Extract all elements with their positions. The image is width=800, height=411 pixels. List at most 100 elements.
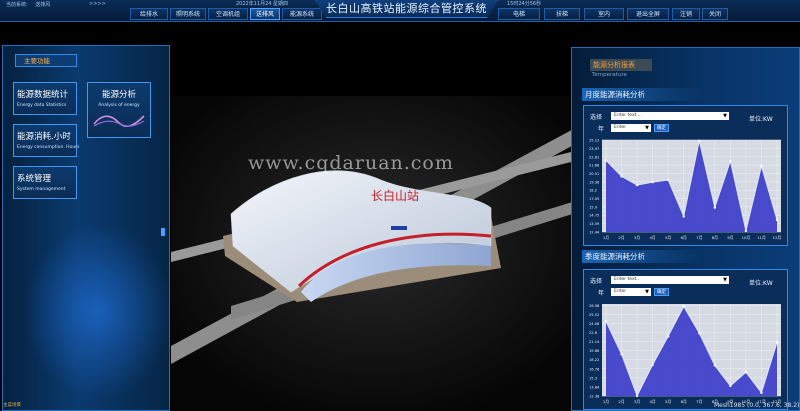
current-system-label: 当前系统: 送排风 — [6, 2, 51, 8]
data-point — [682, 305, 685, 308]
watermark: www.cqdaruan.com — [248, 152, 454, 174]
nav-water-supply[interactable]: 给排水 — [130, 8, 168, 20]
temperature-label: Temperature — [592, 72, 627, 78]
x-tick-label: 2月 — [618, 399, 624, 404]
y-tick-label: 17.05 — [589, 197, 599, 201]
energy-report-title: 能源分析报表 — [590, 59, 652, 71]
data-point — [698, 139, 701, 143]
data-point — [744, 371, 748, 374]
top-bar: 当前系统: 送排风 >>>> 2022年11月24 星期四 15时24分56秒 … — [0, 0, 800, 22]
y-tick-label: 22.81 — [589, 155, 599, 159]
clock-display: 15时24分56秒 — [507, 1, 542, 7]
data-point — [620, 353, 623, 356]
x-tick-label: 5月 — [665, 235, 671, 240]
y-tick-label: 25.52 — [589, 313, 599, 317]
left-panel: 主要功能 能源数据统计 Energy data Statistics 能源分析 … — [2, 45, 173, 411]
x-tick-label: 1月 — [603, 399, 609, 404]
energy-statistics-button[interactable]: 能源数据统计 Energy data Statistics — [13, 82, 77, 115]
data-point — [775, 341, 779, 344]
x-tick-label: 9月 — [727, 235, 733, 240]
data-point — [666, 335, 670, 338]
x-tick-label: 8月 — [712, 235, 718, 240]
y-tick-label: 25.12 — [589, 139, 599, 143]
system-management-button[interactable]: 系统管理 System management — [13, 166, 77, 199]
y-tick-label: 19.36 — [589, 180, 600, 184]
x-tick-label: 7月 — [696, 235, 702, 240]
x-tick-label: 2月 — [618, 235, 624, 240]
chevron-down-icon: ▼ — [723, 113, 727, 119]
data-point — [604, 320, 608, 323]
chevron-down-icon: ▼ — [645, 125, 649, 131]
nav-escalator[interactable]: 扶梯 — [544, 8, 580, 20]
main-functions-tab[interactable]: 主要功能 — [15, 54, 77, 67]
page-title: 长白山高铁站能源综合管控系统 — [315, 0, 498, 18]
right-panel: 能源分析报表 Temperature 月度能源消耗分析 选择 Enter tex… — [571, 47, 800, 411]
nav-ventilation[interactable]: 送排风 — [250, 8, 280, 20]
data-point — [775, 218, 779, 222]
nav-elevator[interactable]: 电梯 — [498, 8, 540, 20]
quarterly-analysis-title: 季度能源消耗分析 — [582, 250, 702, 263]
quarterly-select-input[interactable]: Enter text... ▼ — [611, 276, 729, 284]
nav-energy-system[interactable]: 能源系统 — [282, 8, 322, 20]
y-tick-label: 14.75 — [589, 214, 599, 218]
y-tick-label: 22.6 — [589, 331, 598, 335]
nav-close[interactable]: 关闭 — [702, 8, 728, 20]
quarterly-confirm-button[interactable]: 确定 — [654, 288, 669, 296]
station-3d-scene[interactable]: 长白山站 — [171, 96, 579, 411]
data-point — [651, 181, 654, 184]
monthly-chart-card: 选择 Enter text... ▼ 单位:KW 年 Enter ▼ 确定 12.4… — [583, 105, 788, 246]
chevron-down-icon: ▼ — [645, 289, 649, 295]
data-point — [666, 178, 670, 182]
y-tick-label: 16.76 — [589, 367, 600, 371]
data-point — [620, 175, 623, 178]
data-point — [760, 165, 763, 168]
y-tick-label: 26.98 — [589, 304, 600, 308]
y-tick-label: 12.38 — [589, 395, 600, 399]
data-point — [744, 229, 748, 233]
y-tick-label: 19.68 — [589, 349, 600, 353]
nav-lighting[interactable]: 照明系统 — [170, 8, 206, 20]
nav-air-conditioning[interactable]: 空调机组 — [208, 8, 248, 20]
date-display: 2022年11月24 星期四 — [236, 1, 289, 7]
x-tick-label: 1月 — [603, 235, 609, 240]
x-tick-label: 4月 — [650, 399, 656, 404]
x-tick-label: 11月 — [757, 235, 766, 240]
status-text: 主菜场景 — [3, 403, 21, 408]
wave-icon — [93, 115, 145, 128]
nav-logout[interactable]: 注销 — [672, 8, 700, 20]
quarterly-year-select[interactable]: Enter ▼ — [611, 288, 651, 296]
x-tick-label: 12月 — [773, 235, 782, 240]
monthly-select-input[interactable]: Enter text... ▼ — [611, 112, 729, 120]
energy-analysis-button[interactable]: 能源分析 Analysis of energy — [87, 82, 151, 138]
monthly-confirm-button[interactable]: 确定 — [654, 124, 669, 132]
y-tick-label: 21.66 — [589, 164, 600, 168]
y-tick-label: 23.97 — [589, 147, 599, 151]
data-point — [729, 384, 732, 388]
data-point — [713, 206, 717, 209]
y-tick-label: 15.3 — [589, 376, 597, 380]
y-tick-label: 13.84 — [589, 385, 600, 389]
x-tick-label: 4月 — [650, 235, 656, 240]
current-system-arrows: >>>> — [89, 1, 106, 7]
station-sign-board — [391, 226, 407, 230]
monthly-analysis-title: 月度能源消耗分析 — [582, 88, 702, 101]
quarterly-chart-card: 选择 Enter text... ▼ 单位:KW 年 Enter ▼ 确定 12.3… — [583, 269, 788, 410]
x-tick-label: 6月 — [681, 399, 687, 404]
y-tick-label: 24.06 — [589, 322, 600, 326]
panel-collapse-handle[interactable] — [161, 228, 165, 236]
station-sign: 长白山站 — [371, 188, 419, 203]
x-tick-label: 7月 — [696, 399, 702, 404]
y-tick-label: 21.14 — [589, 340, 600, 344]
x-tick-label: 6月 — [681, 235, 687, 240]
data-point — [651, 363, 654, 367]
nav-indoor[interactable]: 室内 — [584, 8, 624, 20]
energy-hourly-button[interactable]: 能源消耗.小时 Energy consumption. Hours — [13, 124, 79, 157]
x-tick-label: 10月 — [742, 235, 751, 240]
chevron-down-icon: ▼ — [723, 277, 727, 283]
monthly-year-select[interactable]: Enter ▼ — [611, 124, 651, 132]
data-point — [760, 391, 763, 394]
x-tick-label: 5月 — [665, 399, 671, 404]
y-tick-label: 12.44 — [589, 231, 600, 235]
nav-exit-fullscreen[interactable]: 退出全屏 — [627, 8, 669, 20]
data-point — [635, 183, 639, 187]
